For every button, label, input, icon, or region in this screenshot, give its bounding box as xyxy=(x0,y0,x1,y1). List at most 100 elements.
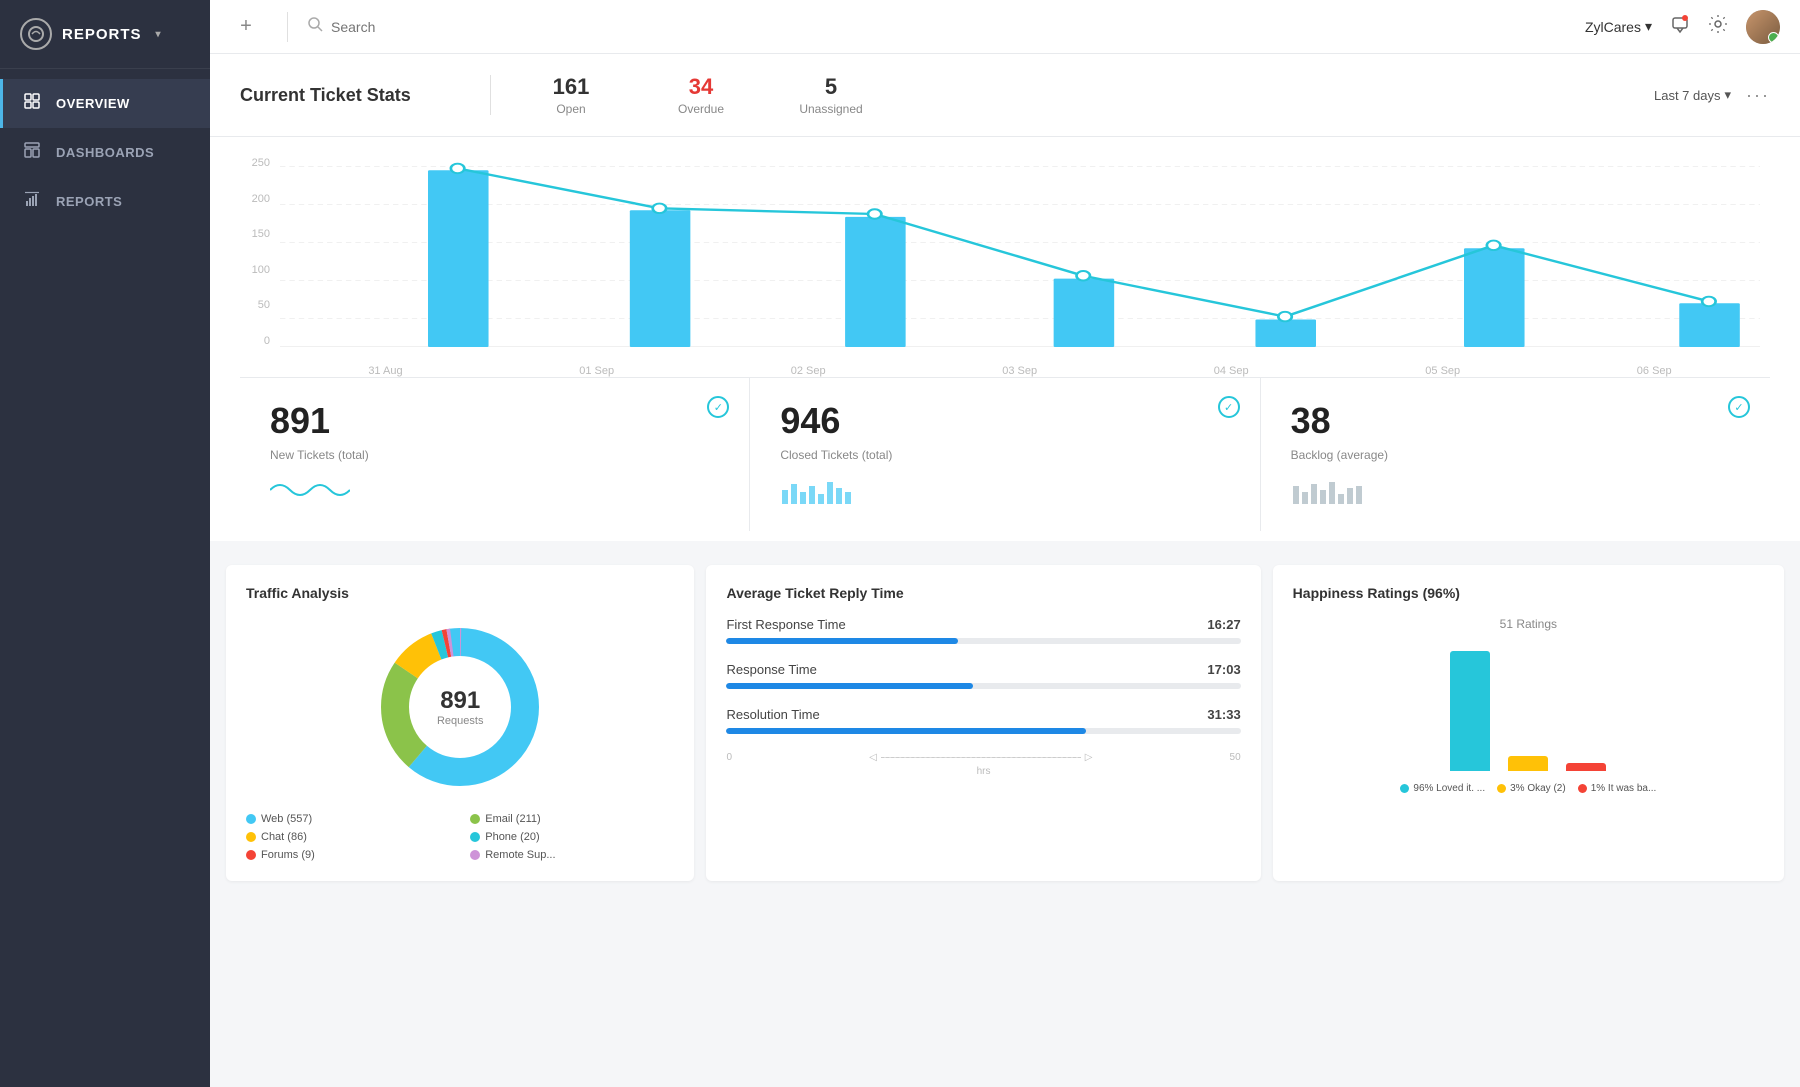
stats-open: 161 Open xyxy=(521,74,621,116)
add-button[interactable]: + xyxy=(230,11,262,43)
chart-x-labels: 31 Aug 01 Sep 02 Sep 03 Sep 04 Sep 05 Se… xyxy=(280,365,1760,377)
loved-bar xyxy=(1450,651,1490,771)
app-logo[interactable]: REPORTS ▾ xyxy=(0,0,210,69)
stats-title: Current Ticket Stats xyxy=(240,85,460,106)
reply-label-2: Response Time xyxy=(726,662,816,677)
backlog-label: Backlog (average) xyxy=(1291,448,1740,462)
scale-end: 50 xyxy=(1230,752,1241,763)
closed-tickets-value: 946 xyxy=(780,400,1229,442)
reply-label-1: First Response Time xyxy=(726,617,845,632)
topbar-divider xyxy=(287,12,288,42)
metric-check-1: ✓ xyxy=(707,396,729,418)
metric-check-2: ✓ xyxy=(1218,396,1240,418)
stats-unassigned: 5 Unassigned xyxy=(781,74,881,116)
user-avatar[interactable] xyxy=(1746,10,1780,44)
reply-row-first: First Response Time 16:27 xyxy=(726,617,1240,644)
more-options[interactable]: ··· xyxy=(1746,85,1770,106)
scale-start: 0 xyxy=(726,752,732,763)
closed-tickets-label: Closed Tickets (total) xyxy=(780,448,1229,462)
happiness-legend: 96% Loved it. ... 3% Okay (2) 1% It was … xyxy=(1293,783,1764,794)
open-value: 161 xyxy=(521,74,621,100)
period-selector[interactable]: Last 7 days ▾ xyxy=(1654,87,1731,103)
okay-bar xyxy=(1508,756,1548,771)
legend-dot-bad xyxy=(1578,784,1587,793)
legend-forums: Forums (9) xyxy=(246,849,450,861)
app-name: REPORTS xyxy=(62,26,142,43)
reply-row-header-2: Response Time 17:03 xyxy=(726,662,1240,677)
legend-dot-remote xyxy=(470,850,480,860)
reply-bar-1 xyxy=(726,638,957,644)
traffic-title: Traffic Analysis xyxy=(246,585,674,601)
sidebar-item-label: OVERVIEW xyxy=(56,96,130,111)
reply-row-response: Response Time 17:03 xyxy=(726,662,1240,689)
dashboards-icon xyxy=(22,142,42,163)
wave-chart xyxy=(270,476,719,509)
chart-y-labels: 250 200 150 100 50 0 xyxy=(240,157,270,347)
reply-panel: Average Ticket Reply Time First Response… xyxy=(706,565,1260,881)
main-area: + ZylCares ▾ xyxy=(210,0,1800,1087)
reply-row-resolution: Resolution Time 31:33 xyxy=(726,707,1240,734)
legend-loved: 96% Loved it. ... xyxy=(1400,783,1485,794)
overdue-value: 34 xyxy=(651,74,751,100)
reply-scale: 0 ◁ ▷ 50 xyxy=(726,752,1240,763)
unassigned-label: Unassigned xyxy=(781,102,881,116)
overdue-label: Overdue xyxy=(651,102,751,116)
legend-dot-okay xyxy=(1497,784,1506,793)
reply-row-header-3: Resolution Time 31:33 xyxy=(726,707,1240,722)
happiness-bar-bad xyxy=(1566,763,1606,771)
bad-bar xyxy=(1566,763,1606,771)
username-display[interactable]: ZylCares ▾ xyxy=(1585,18,1652,35)
sidebar-item-label: REPORTS xyxy=(56,194,122,209)
legend-dot-web xyxy=(246,814,256,824)
stats-controls: Last 7 days ▾ ··· xyxy=(1654,85,1770,106)
happiness-subtitle: 51 Ratings xyxy=(1293,617,1764,631)
donut-container: 891 Requests Web (557) Email (211) xyxy=(246,617,674,861)
avatar-image xyxy=(1746,10,1780,44)
happiness-panel: Happiness Ratings (96%) 51 Ratings xyxy=(1273,565,1784,881)
username-chevron: ▾ xyxy=(1645,18,1652,35)
search-input[interactable] xyxy=(331,19,908,35)
chart-area xyxy=(280,157,1760,347)
legend-remote: Remote Sup... xyxy=(470,849,674,861)
reply-bar-3 xyxy=(726,728,1086,734)
search-icon xyxy=(308,17,323,36)
logo-icon xyxy=(20,18,52,50)
reports-icon xyxy=(22,191,42,212)
legend-chat: Chat (86) xyxy=(246,831,450,843)
reply-time-3: 31:33 xyxy=(1207,707,1240,722)
legend-dot-phone xyxy=(470,832,480,842)
happiness-bar-okay xyxy=(1508,756,1548,771)
sidebar-item-label: DASHBOARDS xyxy=(56,145,154,160)
app-chevron: ▾ xyxy=(156,29,162,40)
sidebar-item-reports[interactable]: REPORTS xyxy=(0,177,210,226)
happiness-bar-loved xyxy=(1450,651,1490,771)
overview-icon xyxy=(22,93,42,114)
notifications-icon[interactable] xyxy=(1670,14,1690,39)
reply-row-header-1: First Response Time 16:27 xyxy=(726,617,1240,632)
sidebar-item-dashboards[interactable]: DASHBOARDS xyxy=(0,128,210,177)
reply-label-3: Resolution Time xyxy=(726,707,819,722)
metric-new-tickets: ✓ 891 New Tickets (total) xyxy=(240,378,750,531)
reply-bar-bg-3 xyxy=(726,728,1240,734)
reply-time-1: 16:27 xyxy=(1207,617,1240,632)
donut-legend: Web (557) Email (211) Chat (86) Pho xyxy=(246,813,674,861)
chart-container: 250 200 150 100 50 0 xyxy=(240,157,1770,377)
chart-section: 250 200 150 100 50 0 xyxy=(210,137,1800,541)
legend-okay: 3% Okay (2) xyxy=(1497,783,1566,794)
bars-chart-2 xyxy=(780,476,1229,509)
new-tickets-value: 891 xyxy=(270,400,719,442)
stats-header: Current Ticket Stats 161 Open 34 Overdue… xyxy=(210,54,1800,137)
settings-icon[interactable] xyxy=(1708,14,1728,39)
legend-email: Email (211) xyxy=(470,813,674,825)
reply-bar-bg-2 xyxy=(726,683,1240,689)
metric-closed-tickets: ✓ 946 Closed Tickets (total) xyxy=(750,378,1260,531)
metric-cards: ✓ 891 New Tickets (total) ✓ 946 Closed T… xyxy=(240,377,1770,531)
reply-bar-bg-1 xyxy=(726,638,1240,644)
legend-bad: 1% It was ba... xyxy=(1578,783,1657,794)
stats-divider xyxy=(490,75,491,115)
legend-web: Web (557) xyxy=(246,813,450,825)
unassigned-value: 5 xyxy=(781,74,881,100)
sidebar-item-overview[interactable]: OVERVIEW xyxy=(0,79,210,128)
open-label: Open xyxy=(521,102,621,116)
reply-time-2: 17:03 xyxy=(1207,662,1240,677)
